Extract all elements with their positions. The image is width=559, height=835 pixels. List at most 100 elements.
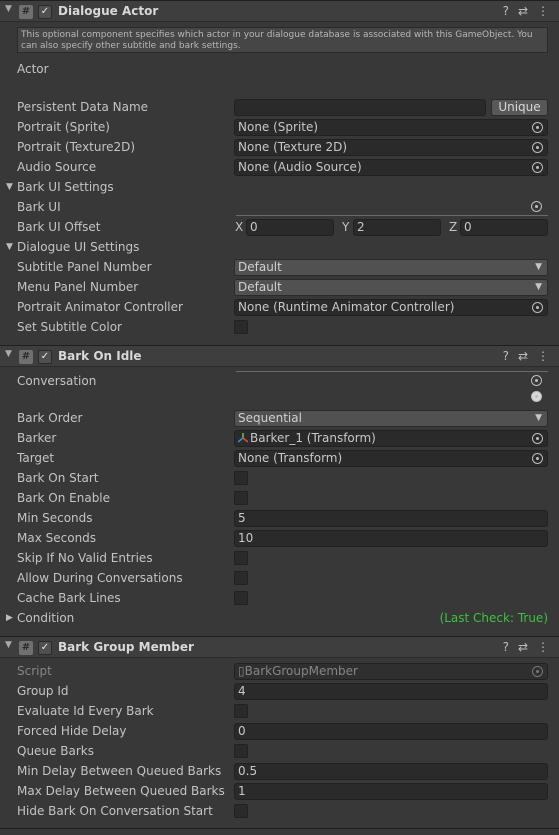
group-id-input[interactable]: 4 bbox=[234, 683, 548, 700]
script-label: Script bbox=[17, 664, 52, 678]
fold-arrow-icon[interactable]: ▼ bbox=[5, 640, 12, 650]
evaluate-id-label: Evaluate Id Every Bark bbox=[17, 704, 154, 718]
bark-order-value: Sequential bbox=[238, 411, 302, 425]
max-delay-label: Max Delay Between Queued Barks bbox=[17, 784, 225, 798]
subtitle-panel-value: Default bbox=[238, 260, 282, 274]
actor-label: Actor bbox=[17, 62, 49, 76]
portrait-sprite-value: None (Sprite) bbox=[238, 120, 319, 134]
bark-ui-settings-label[interactable]: Bark UI Settings bbox=[17, 178, 114, 196]
object-picker-icon[interactable] bbox=[532, 433, 543, 444]
preset-icon[interactable]: ⇄ bbox=[518, 4, 528, 18]
skip-if-no-valid-checkbox[interactable] bbox=[234, 551, 248, 565]
bottom-separator bbox=[0, 828, 559, 829]
conversation-picker-icon[interactable] bbox=[531, 391, 542, 402]
hide-on-conversation-start-checkbox[interactable] bbox=[234, 804, 248, 818]
portrait-animator-value: None (Runtime Animator Controller) bbox=[238, 300, 455, 314]
bark-on-idle-header[interactable]: ▼ # ✓ Bark On Idle ? ⇄ ⋮ bbox=[0, 345, 559, 367]
script-value: BarkGroupMember bbox=[244, 664, 358, 678]
allow-during-conversations-checkbox[interactable] bbox=[234, 571, 248, 585]
condition-foldout[interactable]: Condition bbox=[17, 609, 74, 627]
fold-arrow-icon[interactable]: ▼ bbox=[5, 349, 12, 359]
preset-icon[interactable]: ⇄ bbox=[518, 640, 528, 654]
object-picker-icon[interactable] bbox=[532, 453, 543, 464]
portrait-animator-field[interactable]: None (Runtime Animator Controller) bbox=[234, 299, 548, 316]
target-label: Target bbox=[17, 451, 55, 465]
min-seconds-input[interactable]: 5 bbox=[234, 510, 548, 527]
allow-during-conversations-label: Allow During Conversations bbox=[17, 571, 183, 585]
object-picker-icon[interactable] bbox=[531, 375, 542, 386]
fold-arrow-icon[interactable]: ▼ bbox=[6, 178, 13, 196]
help-icon[interactable]: ? bbox=[503, 4, 509, 18]
min-delay-input[interactable]: 0.5 bbox=[234, 763, 548, 780]
dialogue-ui-settings-label[interactable]: Dialogue UI Settings bbox=[17, 238, 139, 256]
bark-ui-field-edge bbox=[236, 215, 548, 216]
object-picker-icon[interactable] bbox=[532, 162, 543, 173]
help-icon[interactable]: ? bbox=[503, 640, 509, 654]
bark-on-enable-checkbox[interactable] bbox=[234, 491, 248, 505]
component-title: Bark On Idle bbox=[58, 349, 142, 363]
group-id-label: Group Id bbox=[17, 684, 69, 698]
evaluate-id-checkbox[interactable] bbox=[234, 704, 248, 718]
offset-y-label: Y bbox=[342, 220, 350, 234]
persistent-data-name-input[interactable] bbox=[234, 99, 486, 116]
portrait-texture-field[interactable]: None (Texture 2D) bbox=[234, 139, 548, 156]
more-icon[interactable]: ⋮ bbox=[537, 349, 549, 363]
preset-icon[interactable]: ⇄ bbox=[518, 349, 528, 363]
object-picker-icon[interactable] bbox=[532, 302, 543, 313]
collapsed-arrow-icon[interactable]: ▶ bbox=[6, 609, 13, 627]
menu-panel-label: Menu Panel Number bbox=[17, 280, 139, 294]
object-picker-icon[interactable] bbox=[532, 122, 543, 133]
target-value: None (Transform) bbox=[238, 451, 343, 465]
barker-value: Barker_1 (Transform) bbox=[250, 431, 376, 445]
cache-bark-lines-checkbox[interactable] bbox=[234, 591, 248, 605]
bark-on-start-label: Bark On Start bbox=[17, 471, 99, 485]
subtitle-panel-dropdown[interactable]: Default ▼ bbox=[234, 259, 548, 276]
enable-checkbox[interactable]: ✓ bbox=[38, 5, 52, 19]
max-delay-input[interactable]: 1 bbox=[234, 783, 548, 800]
menu-panel-dropdown[interactable]: Default ▼ bbox=[234, 279, 548, 296]
portrait-texture-value: None (Texture 2D) bbox=[238, 140, 348, 154]
queue-barks-checkbox[interactable] bbox=[234, 744, 248, 758]
portrait-sprite-field[interactable]: None (Sprite) bbox=[234, 119, 548, 136]
bark-group-member-header[interactable]: ▼ # ✓ Bark Group Member ? ⇄ ⋮ bbox=[0, 636, 559, 658]
set-subtitle-color-checkbox[interactable] bbox=[234, 320, 248, 334]
bark-ui-offset-label: Bark UI Offset bbox=[17, 220, 101, 234]
set-subtitle-color-label: Set Subtitle Color bbox=[17, 320, 122, 334]
target-field[interactable]: None (Transform) bbox=[234, 450, 548, 467]
conversation-field-edge bbox=[236, 371, 548, 372]
more-icon[interactable]: ⋮ bbox=[537, 4, 549, 18]
component-title: Bark Group Member bbox=[58, 640, 194, 654]
queue-barks-label: Queue Barks bbox=[17, 744, 94, 758]
script-icon: # bbox=[19, 350, 33, 364]
skip-if-no-valid-label: Skip If No Valid Entries bbox=[17, 551, 153, 565]
unique-button[interactable]: Unique bbox=[491, 99, 548, 116]
max-seconds-input[interactable]: 10 bbox=[234, 530, 548, 547]
forced-hide-delay-input[interactable]: 0 bbox=[234, 723, 548, 740]
object-picker-icon[interactable] bbox=[532, 142, 543, 153]
barker-field[interactable]: Barker_1 (Transform) bbox=[234, 430, 548, 447]
enable-checkbox[interactable]: ✓ bbox=[38, 641, 52, 655]
menu-panel-value: Default bbox=[238, 280, 282, 294]
cache-bark-lines-label: Cache Bark Lines bbox=[17, 591, 121, 605]
portrait-sprite-label: Portrait (Sprite) bbox=[17, 120, 110, 134]
enable-checkbox[interactable]: ✓ bbox=[38, 350, 52, 364]
offset-z-input[interactable]: 0 bbox=[460, 219, 548, 236]
script-file-icon: ▯ bbox=[238, 664, 245, 678]
script-icon: # bbox=[19, 641, 33, 655]
dropdown-arrow-icon: ▼ bbox=[535, 413, 542, 423]
offset-x-label: X bbox=[235, 220, 244, 234]
audio-source-field[interactable]: None (Audio Source) bbox=[234, 159, 548, 176]
fold-arrow-icon[interactable]: ▼ bbox=[5, 4, 12, 14]
offset-x-input[interactable]: 0 bbox=[246, 219, 334, 236]
offset-y-input[interactable]: 2 bbox=[353, 219, 441, 236]
object-picker-icon bbox=[532, 666, 543, 677]
help-icon[interactable]: ? bbox=[503, 349, 509, 363]
dialogue-actor-header[interactable]: ▼ # ✓ Dialogue Actor ? ⇄ ⋮ bbox=[0, 0, 559, 22]
more-icon[interactable]: ⋮ bbox=[537, 640, 549, 654]
portrait-animator-label: Portrait Animator Controller bbox=[17, 300, 183, 314]
object-picker-icon[interactable] bbox=[531, 201, 542, 212]
script-field: ▯BarkGroupMember bbox=[234, 663, 548, 680]
bark-on-start-checkbox[interactable] bbox=[234, 471, 248, 485]
fold-arrow-icon[interactable]: ▼ bbox=[6, 238, 13, 256]
bark-order-dropdown[interactable]: Sequential ▼ bbox=[234, 410, 548, 427]
